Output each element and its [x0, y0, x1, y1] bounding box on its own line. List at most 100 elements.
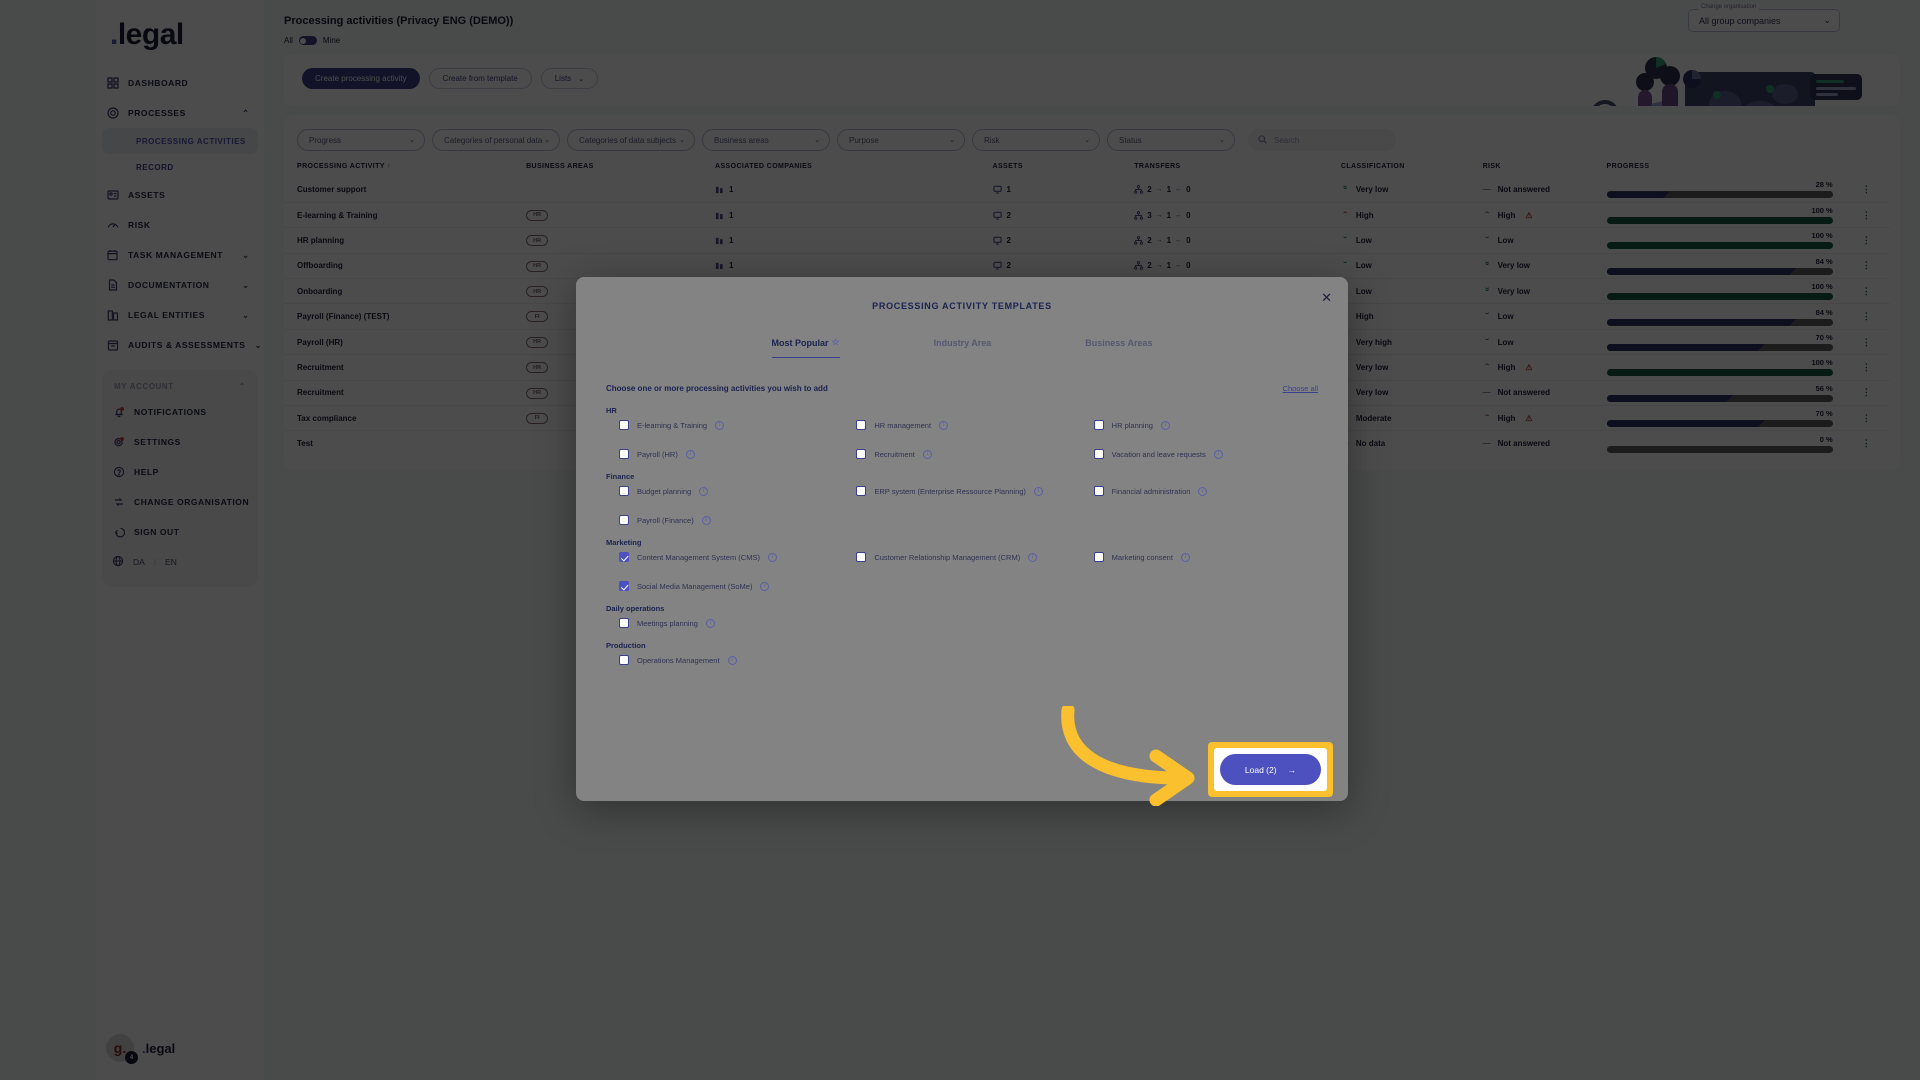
checkbox[interactable] — [1093, 420, 1104, 430]
filter-status[interactable]: Status ⌄ — [1107, 129, 1235, 151]
template-option[interactable]: Content Management System (CMS) i — [606, 552, 843, 562]
tab-most-popular[interactable]: Most Popular ☆ — [771, 337, 840, 358]
template-option[interactable]: Recruitment i — [843, 449, 1080, 459]
cell-actions[interactable]: ⋮ — [1842, 379, 1890, 406]
cell-actions[interactable]: ⋮ — [1842, 201, 1890, 228]
cell-actions[interactable]: ⋮ — [1842, 405, 1890, 431]
info-icon[interactable]: i — [1198, 486, 1208, 496]
checkbox[interactable] — [619, 515, 629, 525]
toggle-switch[interactable] — [298, 36, 317, 45]
column-risk[interactable]: RISK — [1483, 163, 1607, 177]
checkbox[interactable] — [856, 449, 867, 459]
cell-processing-activity[interactable]: Offboarding — [284, 252, 527, 279]
change-organisation-select[interactable]: Change organisation All group companies … — [1688, 4, 1840, 32]
more-options-icon[interactable]: ⋮ — [1843, 235, 1890, 244]
sidebar-item-processing-activities[interactable]: PROCESSING ACTIVITIES — [102, 128, 258, 154]
template-option[interactable]: Operations Management i — [606, 655, 843, 665]
sidebar-item-processes[interactable]: PROCESSES ⌃ — [96, 98, 264, 128]
sidebar-item-sign-out[interactable]: SIGN OUT — [102, 517, 258, 547]
info-icon[interactable]: i — [1028, 552, 1038, 562]
column-associated-companies[interactable]: ASSOCIATED COMPANIES — [715, 163, 993, 177]
cell-actions[interactable]: ⋮ — [1842, 354, 1890, 381]
filter-purpose[interactable]: Purpose ⌄ — [837, 129, 965, 151]
more-options-icon[interactable]: ⋮ — [1843, 261, 1890, 270]
column-business-areas[interactable]: BUSINESS AREAS — [526, 163, 715, 177]
sidebar-item-audits-assessments[interactable]: AUDITS & ASSESSMENTS ⌄ — [96, 330, 264, 360]
cell-actions[interactable]: ⋮ — [1842, 303, 1890, 330]
template-option[interactable]: Payroll (HR) i — [606, 449, 843, 459]
template-option[interactable]: HR management i — [843, 420, 1080, 430]
checkbox[interactable] — [856, 420, 867, 430]
column-assets[interactable]: ASSETS — [993, 163, 1135, 177]
cell-processing-activity[interactable]: Payroll (HR) — [284, 328, 527, 355]
checkbox[interactable] — [619, 486, 629, 496]
info-icon[interactable]: i — [715, 420, 725, 430]
avatar[interactable]: g. 4 — [106, 1034, 138, 1064]
close-icon[interactable]: ✕ — [1321, 291, 1332, 304]
create-processing-activity-button[interactable]: Create processing activity — [302, 68, 420, 89]
info-icon[interactable]: i — [1033, 486, 1043, 496]
checkbox[interactable] — [856, 552, 867, 562]
info-icon[interactable]: i — [1160, 420, 1170, 430]
sidebar-item-settings[interactable]: SETTINGS — [102, 427, 258, 457]
info-icon[interactable]: i — [1180, 552, 1190, 562]
more-options-icon[interactable]: ⋮ — [1843, 362, 1890, 371]
table-row[interactable]: E-learning & Training HR 1 2 3 → 1 ← 0 ‹ High ‹ High… — [284, 201, 1890, 228]
filter-categories-of-personal-data[interactable]: Categories of personal data ⌄ — [432, 129, 560, 151]
sidebar-item-record[interactable]: RECORD — [102, 154, 258, 180]
cell-processing-activity[interactable]: Customer support — [284, 177, 526, 202]
template-option[interactable]: HR planning i — [1081, 420, 1318, 430]
cell-processing-activity[interactable]: Recruitment — [284, 379, 527, 406]
filter-business-areas[interactable]: Business areas ⌄ — [702, 129, 830, 151]
sidebar-item-dashboard[interactable]: DASHBOARD — [96, 68, 264, 98]
sidebar-item-risk[interactable]: RISK — [96, 210, 264, 240]
checkbox[interactable] — [856, 486, 867, 496]
checkbox[interactable] — [1093, 486, 1104, 496]
more-options-icon[interactable]: ⋮ — [1843, 210, 1890, 219]
info-icon[interactable]: i — [767, 552, 777, 562]
sidebar-item-task-management[interactable]: TASK MANAGEMENT ⌄ — [96, 240, 264, 270]
checkbox[interactable] — [619, 618, 629, 628]
cell-actions[interactable]: ⋮ — [1842, 278, 1890, 304]
more-options-icon[interactable]: ⋮ — [1843, 439, 1890, 448]
cell-actions[interactable]: ⋮ — [1843, 177, 1890, 202]
template-option[interactable]: Payroll (Finance) i — [606, 515, 843, 525]
info-icon[interactable]: i — [699, 486, 709, 496]
sidebar-item-documentation[interactable]: DOCUMENTATION ⌄ — [96, 270, 264, 300]
checkbox[interactable] — [619, 552, 629, 562]
checkbox[interactable] — [619, 420, 629, 430]
cell-processing-activity[interactable]: Onboarding — [284, 278, 527, 304]
all-mine-toggle[interactable]: All Mine — [264, 27, 1920, 45]
template-option[interactable]: Marketing consent i — [1081, 552, 1318, 562]
cell-processing-activity[interactable]: Payroll (Finance) (TEST) — [284, 303, 527, 330]
tab-business-areas[interactable]: Business Areas — [1085, 337, 1152, 358]
info-icon[interactable]: i — [727, 655, 737, 665]
filter-risk[interactable]: Risk ⌄ — [972, 129, 1100, 151]
more-options-icon[interactable]: ⋮ — [1843, 184, 1890, 193]
checkbox[interactable] — [1093, 552, 1104, 562]
filter-progress[interactable]: Progress ⌄ — [297, 129, 425, 151]
cell-actions[interactable]: ⋮ — [1842, 252, 1890, 279]
cell-processing-activity[interactable]: Test — [284, 430, 527, 457]
info-icon[interactable]: i — [922, 449, 932, 459]
more-options-icon[interactable]: ⋮ — [1843, 388, 1890, 397]
tab-industry-area[interactable]: Industry Area — [934, 337, 992, 358]
language-en[interactable]: EN — [165, 557, 177, 567]
column-progress[interactable]: PROGRESS — [1607, 163, 1843, 177]
choose-all-link[interactable]: Choose all — [1283, 384, 1318, 393]
column-transfers[interactable]: TRANSFERS — [1134, 163, 1341, 177]
cell-actions[interactable]: ⋮ — [1842, 328, 1890, 355]
sidebar-item-notifications[interactable]: NOTIFICATIONS — [102, 397, 258, 427]
create-from-template-button[interactable]: Create from template — [428, 68, 532, 89]
footer-user-logo[interactable]: g. 4 .legal — [106, 1034, 175, 1064]
cell-actions[interactable]: ⋮ — [1842, 227, 1890, 254]
template-option[interactable]: Financial administration i — [1081, 486, 1318, 496]
info-icon[interactable]: i — [705, 618, 715, 628]
cell-processing-activity[interactable]: Tax compliance — [284, 405, 527, 431]
sidebar-item-legal-entities[interactable]: LEGAL ENTITIES ⌄ — [96, 300, 264, 330]
template-option[interactable]: ERP system (Enterprise Ressource Plannin… — [843, 486, 1080, 496]
checkbox[interactable] — [619, 449, 629, 459]
template-option[interactable]: Budget planning i — [606, 486, 843, 496]
load-button[interactable]: Load (2) → — [1220, 754, 1321, 785]
info-icon[interactable]: i — [939, 420, 949, 430]
